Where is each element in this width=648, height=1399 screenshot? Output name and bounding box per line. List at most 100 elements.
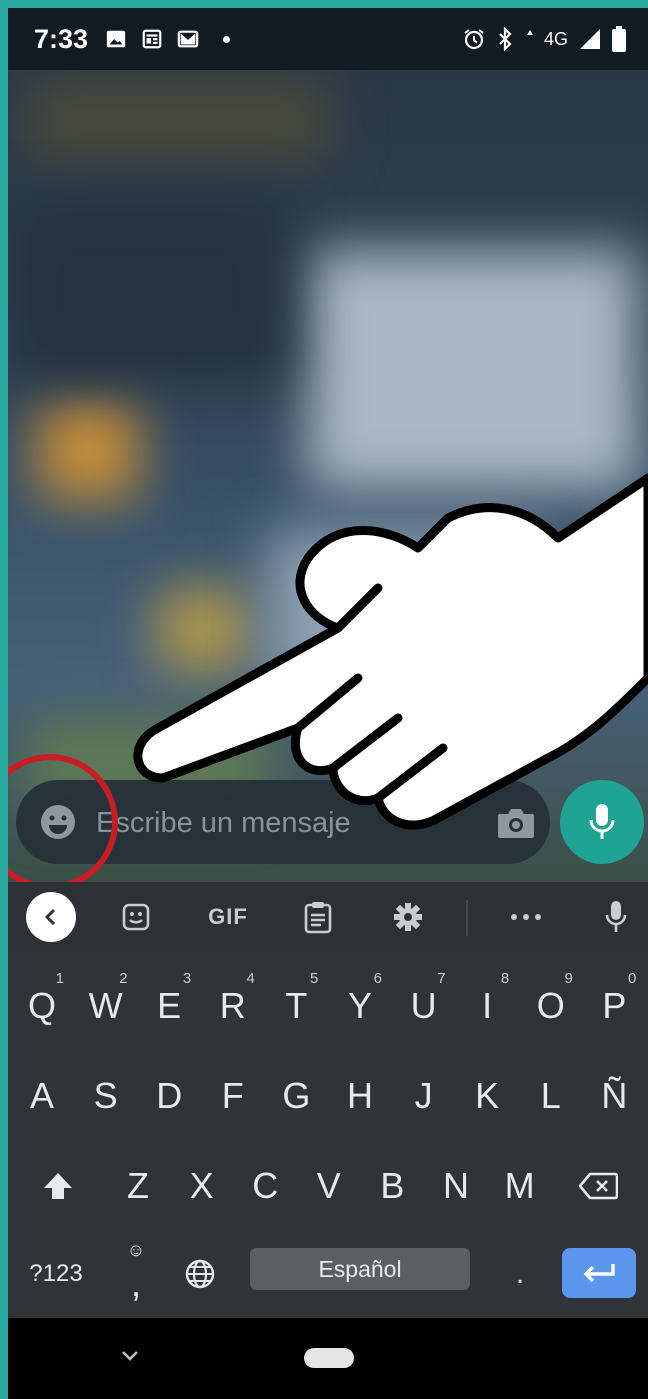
chevron-down-icon[interactable] [118, 1344, 142, 1368]
space-key[interactable]: Español [250, 1248, 470, 1290]
key-label: B [380, 1165, 405, 1206]
key-label: T [285, 985, 308, 1026]
keyboard-row-2: ASDFGHJ KLÑ [8, 1056, 648, 1136]
key-c[interactable]: C [233, 1146, 297, 1226]
data-arrows-icon [526, 30, 533, 35]
battery-icon [612, 26, 626, 52]
key-number-hint: 2 [119, 970, 128, 987]
key-number-hint: 0 [628, 970, 637, 987]
key-number-hint: 8 [500, 970, 510, 987]
key-label: P [602, 985, 627, 1026]
key-label: R [219, 985, 246, 1026]
key-m[interactable]: M [488, 1146, 552, 1226]
key-o[interactable]: O9 [519, 966, 583, 1046]
key-label: C [252, 1165, 279, 1206]
key-r[interactable]: R4 [201, 966, 265, 1046]
emoji-hint-icon: ☺ [126, 1240, 146, 1260]
navigation-bar [8, 1318, 648, 1399]
notification-icons [105, 28, 230, 50]
toolbar-collapse-button[interactable] [26, 892, 76, 942]
key-f[interactable]: F [201, 1056, 265, 1136]
key-label: I [482, 985, 493, 1026]
key-label: H [347, 1075, 373, 1116]
shift-key[interactable] [26, 1146, 90, 1226]
key-label: A [29, 1075, 54, 1116]
sticker-icon [122, 903, 150, 931]
signal-icon [580, 29, 600, 49]
key-label: S [93, 1075, 118, 1116]
sticker-button[interactable] [114, 896, 158, 938]
clipboard-button[interactable] [296, 896, 340, 938]
more-options-button[interactable] [504, 896, 548, 938]
backspace-key[interactable] [566, 1146, 630, 1226]
key-number-hint: 6 [373, 970, 382, 987]
key-label: G [282, 1075, 311, 1116]
key-number-hint: 9 [564, 970, 573, 987]
key-label: N [443, 1165, 469, 1206]
key-x[interactable]: X [170, 1146, 234, 1226]
alarm-icon [464, 29, 484, 50]
chevron-left-icon [44, 908, 56, 926]
key-t[interactable]: T5 [264, 966, 328, 1046]
enter-key[interactable] [562, 1248, 636, 1298]
symbols-key[interactable]: ?123 [24, 1234, 88, 1314]
key-v[interactable]: V [297, 1146, 361, 1226]
comma-key[interactable]: ☺ , [104, 1234, 168, 1314]
toolbar-separator [466, 900, 468, 936]
key-d[interactable]: D [137, 1056, 201, 1136]
key-number-hint: 5 [310, 970, 319, 987]
key-label: Z [127, 1165, 149, 1206]
key-number-hint: 7 [437, 970, 446, 987]
key-label: Y [347, 985, 372, 1026]
key-number-hint: 4 [246, 970, 255, 987]
key-i[interactable]: I8 [455, 966, 519, 1046]
key-number-hint: 3 [182, 970, 192, 987]
key-label: D [156, 1075, 183, 1116]
key-label: X [189, 1165, 214, 1206]
key-number-hint: 1 [55, 970, 64, 987]
system-icons: 4G [462, 26, 626, 52]
bluetooth-icon [499, 27, 512, 51]
key-label: E [157, 985, 182, 1026]
more-notifications-dot [223, 35, 230, 43]
key-a[interactable]: A [10, 1056, 74, 1136]
key-label: M [504, 1165, 535, 1206]
key-j[interactable]: J [392, 1056, 456, 1136]
shift-arrow-icon [44, 1173, 72, 1199]
key-z[interactable]: Z [106, 1146, 170, 1226]
microphone-icon [605, 901, 627, 932]
key-n[interactable]: N [424, 1146, 488, 1226]
key-label: W [88, 985, 123, 1026]
key-label: U [410, 985, 437, 1026]
settings-button[interactable] [386, 896, 430, 938]
key-h[interactable]: H [328, 1056, 392, 1136]
backspace-icon [578, 1172, 618, 1200]
key-label: J [414, 1075, 433, 1116]
key-w[interactable]: W2 [74, 966, 138, 1046]
gear-icon [394, 903, 422, 931]
voice-typing-button[interactable] [596, 896, 636, 938]
key-label: K [475, 1075, 500, 1116]
status-time: 7:33 [34, 24, 89, 54]
key-label: L [540, 1075, 561, 1116]
period-key[interactable]: . [488, 1234, 552, 1314]
key-e[interactable]: E3 [137, 966, 201, 1046]
key-label: V [316, 1165, 341, 1206]
key-y[interactable]: Y6 [328, 966, 392, 1046]
language-key[interactable] [168, 1234, 232, 1314]
key-p[interactable]: P0 [582, 966, 646, 1046]
keyboard-row-4: ?123 ☺ , Español . [8, 1240, 648, 1304]
key-label: O [536, 985, 565, 1026]
status-bar: 7:33 4G [8, 8, 648, 70]
key-ñ[interactable]: Ñ [582, 1056, 646, 1136]
key-q[interactable]: Q1 [10, 966, 74, 1046]
key-label: Q [27, 985, 56, 1026]
key-k[interactable]: K [455, 1056, 519, 1136]
key-b[interactable]: B [360, 1146, 424, 1226]
key-g[interactable]: G [264, 1056, 328, 1136]
gif-button[interactable]: GIF [198, 896, 258, 938]
key-s[interactable]: S [74, 1056, 138, 1136]
home-pill-button[interactable] [304, 1348, 354, 1368]
key-u[interactable]: U7 [392, 966, 456, 1046]
key-l[interactable]: L [519, 1056, 583, 1136]
